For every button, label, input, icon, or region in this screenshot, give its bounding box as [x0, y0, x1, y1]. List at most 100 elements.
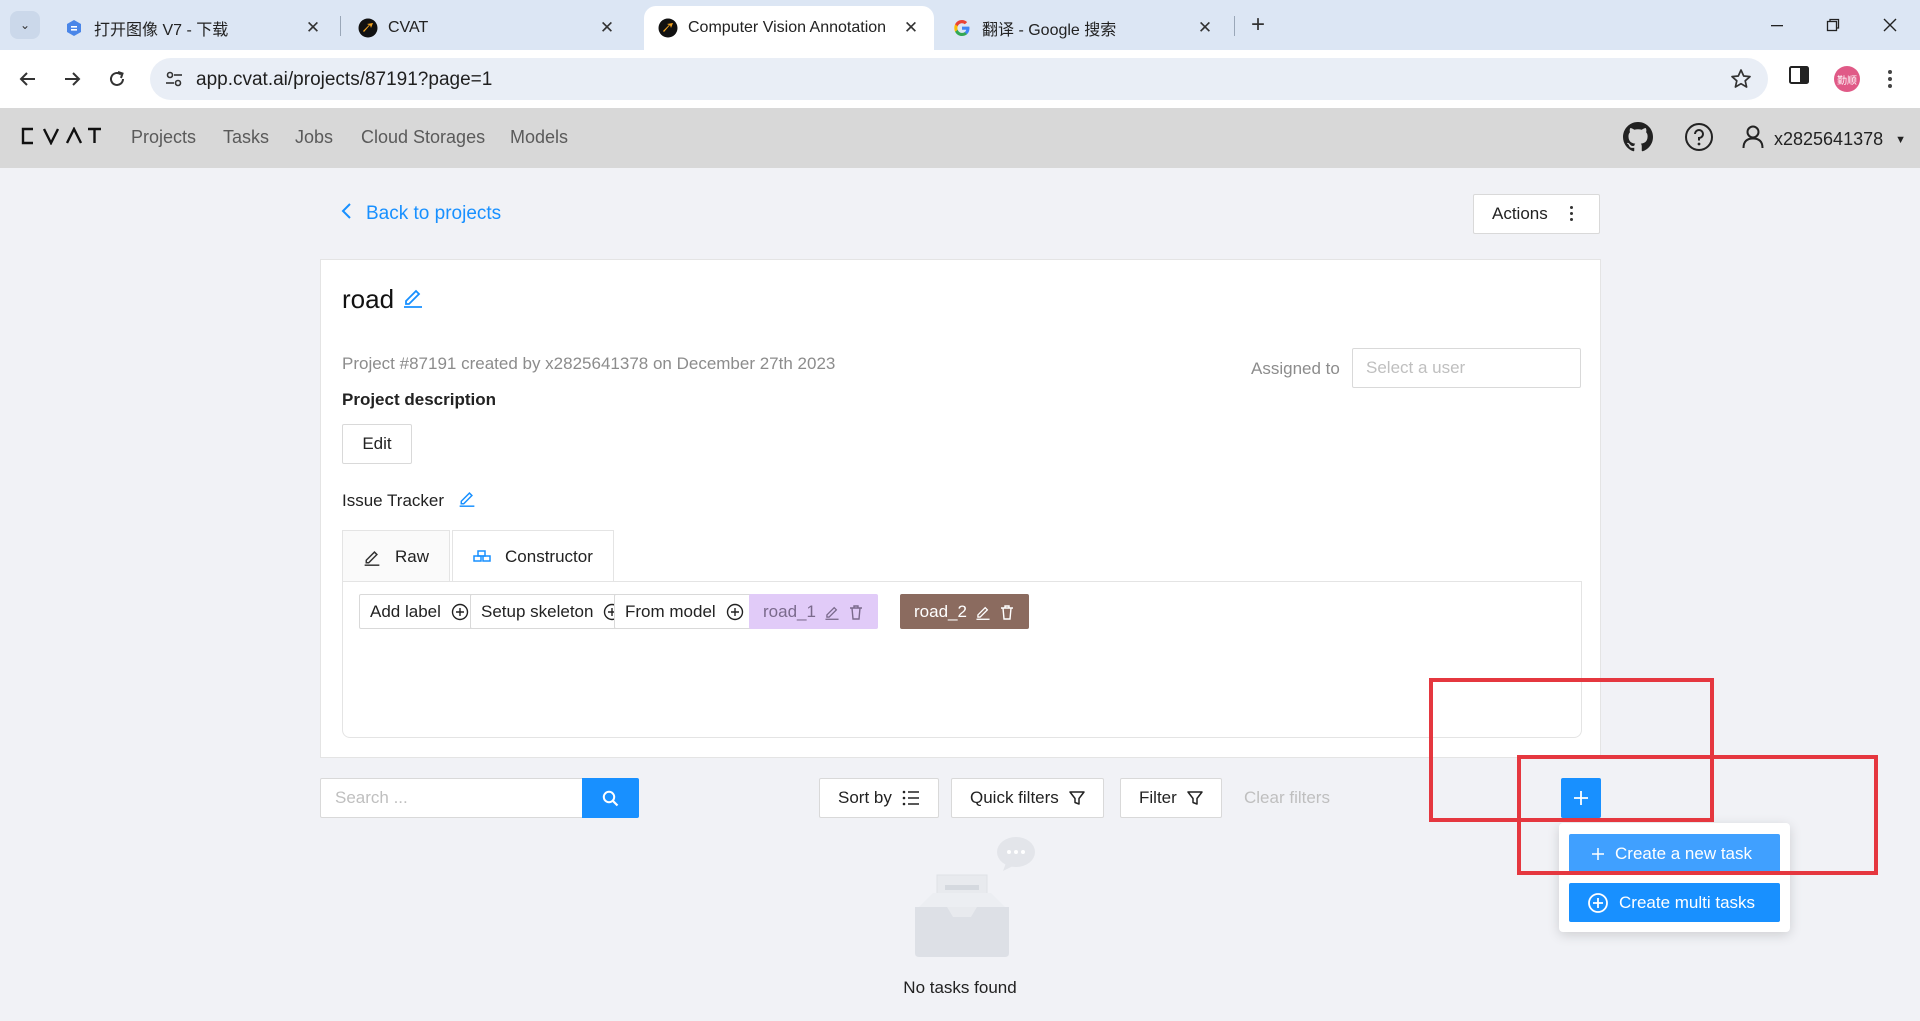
- from-model-button[interactable]: From model: [614, 594, 755, 629]
- address-bar[interactable]: app.cvat.ai/projects/87191?page=1: [150, 58, 1768, 100]
- nav-models[interactable]: Models: [510, 127, 568, 148]
- edit-icon[interactable]: [402, 284, 424, 315]
- docs-icon: [64, 18, 84, 38]
- search-placeholder: Search ...: [335, 788, 408, 807]
- window-close-button[interactable]: [1875, 10, 1905, 40]
- nav-cloud-storages[interactable]: Cloud Storages: [361, 127, 485, 148]
- create-multi-tasks-label: Create multi tasks: [1619, 892, 1756, 912]
- plus-circle-icon: [451, 603, 469, 621]
- reload-icon: [110, 71, 124, 86]
- restore-icon: [1826, 18, 1840, 32]
- assignee-placeholder: Select a user: [1366, 358, 1466, 377]
- browser-tab-strip: ⌄ 打开图像 V7 - 下载 ✕ CVAT ✕ Computer Vision …: [0, 0, 1920, 50]
- site-settings-icon[interactable]: [164, 69, 184, 94]
- search-button[interactable]: [582, 778, 639, 818]
- cvat-favicon-icon: [358, 18, 378, 38]
- quick-filters-button[interactable]: Quick filters: [951, 778, 1104, 818]
- back-to-projects-link[interactable]: Back to projects: [340, 202, 501, 226]
- cvat-logo[interactable]: [20, 126, 102, 151]
- edit-description-button[interactable]: Edit: [342, 424, 412, 464]
- browser-toolbar: app.cvat.ai/projects/87191?page=1 勤顺: [0, 50, 1920, 108]
- bookmark-star-icon[interactable]: [1730, 68, 1752, 95]
- delete-icon[interactable]: [848, 604, 864, 620]
- empty-inbox-icon: [905, 835, 1035, 970]
- from-model-text: From model: [625, 601, 716, 621]
- reload-button[interactable]: [102, 64, 132, 94]
- side-panel-icon[interactable]: [1788, 64, 1810, 91]
- tab-search-button[interactable]: ⌄: [10, 11, 40, 39]
- sort-by-button[interactable]: Sort by: [819, 778, 939, 818]
- constructor-panel: Add label Setup skeleton From model road…: [342, 581, 1582, 738]
- browser-tab[interactable]: 翻译 - Google 搜索 ✕: [938, 6, 1228, 50]
- close-icon[interactable]: ✕: [1196, 18, 1214, 38]
- task-search-input[interactable]: Search ...: [320, 778, 583, 818]
- tab-title: CVAT: [388, 19, 429, 36]
- back-button[interactable]: [13, 64, 43, 94]
- edit-icon[interactable]: [824, 604, 840, 620]
- filter-button[interactable]: Filter: [1120, 778, 1222, 818]
- highlight-box: [1517, 755, 1878, 875]
- assigned-to-label: Assigned to: [1251, 359, 1340, 378]
- ordered-list-icon: [902, 790, 920, 806]
- actions-button[interactable]: Actions: [1473, 194, 1600, 234]
- edit-icon[interactable]: [975, 604, 991, 620]
- clear-filters-button[interactable]: Clear filters: [1244, 788, 1330, 808]
- tab-constructor[interactable]: Constructor: [452, 530, 614, 582]
- setup-skeleton-button[interactable]: Setup skeleton: [470, 594, 633, 629]
- cvat-favicon-icon: [658, 18, 678, 38]
- tab-divider: [340, 16, 341, 36]
- cvat-logo-icon: [21, 126, 101, 146]
- minimize-button[interactable]: [1762, 10, 1792, 40]
- minimize-icon: [1771, 25, 1783, 27]
- edit-icon[interactable]: [458, 489, 476, 512]
- tab-constructor-label: Constructor: [505, 546, 593, 566]
- sort-by-label: Sort by: [838, 788, 892, 807]
- actions-label: Actions: [1492, 204, 1548, 223]
- close-icon[interactable]: ✕: [598, 18, 616, 38]
- tab-divider: [1234, 16, 1235, 36]
- browser-tab[interactable]: CVAT ✕: [344, 6, 630, 50]
- create-multi-tasks-button[interactable]: Create multi tasks: [1569, 883, 1780, 922]
- browser-tab[interactable]: 打开图像 V7 - 下载 ✕: [50, 6, 336, 50]
- profile-avatar[interactable]: 勤顺: [1834, 66, 1860, 92]
- chevron-left-icon: [340, 202, 352, 226]
- arrow-right-icon: [65, 72, 81, 86]
- forward-button[interactable]: [57, 64, 87, 94]
- project-title: road: [342, 284, 424, 315]
- assignee-select[interactable]: Select a user: [1352, 348, 1581, 388]
- tab-raw-label: Raw: [395, 546, 430, 566]
- label-editor-tabs: Raw Constructor: [342, 530, 616, 582]
- label-name: road_1: [763, 601, 816, 621]
- issue-tracker-label: Issue Tracker: [342, 490, 445, 510]
- github-icon[interactable]: [1621, 120, 1655, 154]
- add-label-text: Add label: [370, 601, 441, 621]
- quick-filters-label: Quick filters: [970, 788, 1059, 807]
- add-label-button[interactable]: Add label: [359, 594, 480, 629]
- more-vertical-icon: [1570, 206, 1573, 221]
- back-link-label: Back to projects: [366, 203, 502, 224]
- plus-circle-icon: [1587, 892, 1609, 914]
- caret-down-icon: ▼: [1895, 133, 1906, 146]
- tab-raw[interactable]: Raw: [342, 530, 451, 582]
- help-icon[interactable]: [1682, 120, 1716, 154]
- restore-button[interactable]: [1818, 10, 1848, 40]
- label-chip-road-1[interactable]: road_1: [749, 594, 878, 629]
- browser-tab-active[interactable]: Computer Vision Annotation ✕: [644, 6, 934, 50]
- close-icon[interactable]: ✕: [304, 18, 322, 38]
- project-name: road: [342, 284, 395, 314]
- new-tab-button[interactable]: +: [1244, 12, 1272, 40]
- nav-tasks[interactable]: Tasks: [223, 127, 269, 148]
- nav-jobs[interactable]: Jobs: [295, 127, 333, 148]
- filter-icon: [1069, 790, 1085, 806]
- label-chip-road-2[interactable]: road_2: [900, 594, 1029, 629]
- empty-state-text: No tasks found: [903, 978, 1017, 997]
- close-icon[interactable]: ✕: [902, 18, 920, 38]
- arrow-left-icon: [19, 72, 35, 86]
- browser-menu-button[interactable]: [1880, 64, 1900, 94]
- delete-icon[interactable]: [999, 604, 1015, 620]
- filter-icon: [1187, 790, 1203, 806]
- nav-projects[interactable]: Projects: [131, 127, 196, 148]
- user-menu[interactable]: x2825641378 ▼: [1742, 125, 1906, 154]
- label-name: road_2: [914, 601, 967, 621]
- tab-title: 打开图像 V7 - 下载: [94, 22, 229, 39]
